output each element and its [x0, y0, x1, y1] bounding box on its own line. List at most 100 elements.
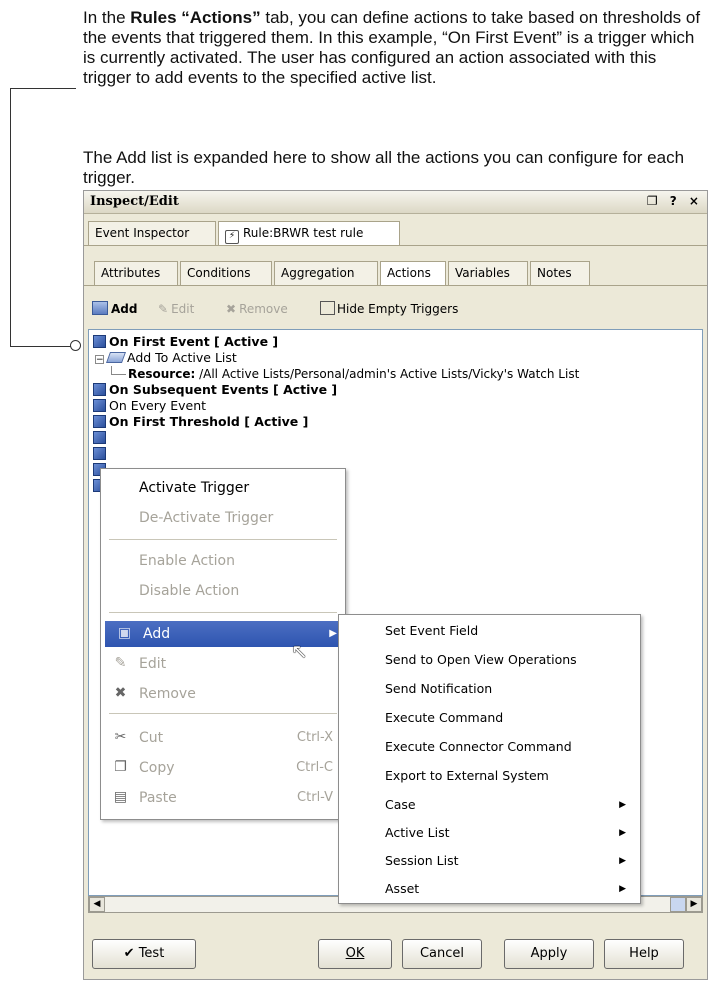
menu-item-edit[interactable]: ✎ Edit: [101, 651, 345, 677]
test-button[interactable]: ✔ Test: [92, 939, 196, 969]
edit-label: Edit: [171, 302, 195, 316]
menu-item-activate-trigger[interactable]: Activate Trigger: [101, 475, 345, 501]
tree-item-label: Add To Active List: [127, 350, 237, 365]
callout-line: [10, 88, 11, 346]
menu-item-label: Paste: [139, 790, 177, 806]
caption-text: In the: [83, 8, 131, 27]
rule-icon: ⚡: [225, 230, 239, 244]
menu-separator: [109, 713, 337, 714]
shortcut-label: Ctrl-X: [296, 730, 333, 745]
submenu-item-execute-command[interactable]: Execute Command: [339, 704, 640, 732]
pencil-icon: ✎: [158, 302, 169, 316]
scroll-left-icon[interactable]: ◀: [89, 897, 105, 912]
menu-item-enable-action[interactable]: Enable Action: [101, 548, 345, 574]
remove-icon: ✖: [114, 685, 127, 701]
add-label: Add: [111, 302, 138, 316]
tree-item-on-first-event[interactable]: On First Event [ Active ]: [93, 334, 278, 350]
pencil-icon: ✎: [114, 655, 127, 671]
add-icon: [92, 301, 108, 315]
menu-item-remove[interactable]: ✖ Remove: [101, 681, 345, 707]
scroll-thumb[interactable]: [670, 897, 686, 912]
tab-label: Aggregation: [281, 266, 355, 280]
submenu-item-asset[interactable]: Asset ▶: [339, 875, 640, 903]
hide-empty-triggers-button[interactable]: Hide Empty Triggers: [320, 300, 458, 318]
checkmark-icon: ✔: [123, 946, 139, 961]
submenu-item-label: Session List: [385, 853, 459, 868]
tab-label: Conditions: [187, 266, 251, 280]
menu-item-label: Copy: [139, 760, 175, 776]
tab-attributes[interactable]: Attributes: [94, 261, 178, 285]
submenu-item-session-list[interactable]: Session List ▶: [339, 847, 640, 875]
menu-item-copy[interactable]: ❐ Copy Ctrl-C: [101, 755, 345, 781]
submenu-item-send-to-open-view[interactable]: Send to Open View Operations: [339, 646, 640, 674]
help-label: Help: [629, 946, 659, 961]
remove-button[interactable]: ✖ Remove: [226, 300, 288, 318]
remove-icon: ✖: [226, 302, 237, 316]
tree-item-label: On First Event [ Active ]: [109, 334, 279, 349]
submenu-arrow-icon: ▶: [619, 828, 626, 838]
apply-button[interactable]: Apply: [504, 939, 594, 969]
tab-aggregation[interactable]: Aggregation: [274, 261, 378, 285]
callout-marker: [70, 340, 81, 351]
menu-item-paste[interactable]: ▤ Paste Ctrl-V: [101, 785, 345, 811]
window-title: Inspect/Edit: [90, 194, 179, 209]
shortcut-label: Ctrl-V: [297, 790, 333, 805]
tab-label: Rule:BRWR test rule: [243, 226, 364, 240]
tab-conditions[interactable]: Conditions: [180, 261, 272, 285]
tab-event-inspector[interactable]: Event Inspector: [88, 221, 216, 245]
submenu-arrow-icon: ▶: [619, 884, 626, 894]
window-controls[interactable]: ❐ ? ×: [647, 194, 703, 208]
tree-item-add-to-active-list[interactable]: − Add To Active List: [95, 350, 237, 366]
tab-rule[interactable]: ⚡ Rule:BRWR test rule: [218, 221, 400, 245]
hide-empty-label: Hide Empty Triggers: [337, 302, 459, 316]
tree-item-label: On Subsequent Events [ Active ]: [109, 382, 338, 397]
add-button[interactable]: Add: [92, 300, 137, 318]
submenu-item-active-list[interactable]: Active List ▶: [339, 819, 640, 847]
tab-label: Attributes: [101, 266, 161, 280]
tree-item-label: On Every Event: [109, 398, 207, 413]
submenu-arrow-icon: ▶: [619, 800, 626, 810]
test-label: Test: [138, 946, 165, 961]
edit-button[interactable]: ✎ Edit: [158, 300, 194, 318]
collapse-icon[interactable]: −: [95, 355, 104, 365]
menu-separator: [109, 539, 337, 540]
submenu-arrow-icon: ▶: [619, 856, 626, 866]
tab-notes[interactable]: Notes: [530, 261, 590, 285]
title-bar: Inspect/Edit ❐ ? ×: [84, 191, 707, 214]
menu-item-deactivate-trigger[interactable]: De-Activate Trigger: [101, 505, 345, 531]
tab-label: Actions: [387, 266, 431, 280]
tab-variables[interactable]: Variables: [448, 261, 528, 285]
ok-button[interactable]: OK: [318, 939, 392, 969]
tab-label: Event Inspector: [95, 226, 190, 240]
cancel-button[interactable]: Cancel: [402, 939, 482, 969]
help-button[interactable]: Help: [604, 939, 684, 969]
add-icon: ▣: [117, 625, 132, 641]
divider: [84, 285, 707, 286]
submenu-item-export-external[interactable]: Export to External System: [339, 762, 640, 790]
cancel-label: Cancel: [419, 946, 465, 961]
tree-item-on-every-event[interactable]: On Every Event: [93, 398, 206, 414]
tree-item-resource[interactable]: Resource: /All Active Lists/Personal/adm…: [111, 366, 579, 382]
submenu-item-label: Case: [385, 797, 416, 812]
tree-item-on-first-threshold[interactable]: On First Threshold [ Active ]: [93, 414, 308, 430]
tab-label: Notes: [537, 266, 572, 280]
submenu-item-set-event-field[interactable]: Set Event Field: [339, 617, 640, 645]
trigger-icon: [93, 415, 106, 428]
submenu-item-send-notification[interactable]: Send Notification: [339, 675, 640, 703]
scroll-right-icon[interactable]: ▶: [686, 897, 702, 912]
tree-item-hidden[interactable]: [93, 446, 109, 462]
submenu-item-execute-connector-command[interactable]: Execute Connector Command: [339, 733, 640, 761]
tree-item-hidden[interactable]: [93, 430, 109, 446]
ok-label: OK: [345, 946, 365, 961]
menu-item-label: Edit: [139, 656, 167, 672]
trigger-icon: [93, 335, 106, 348]
tab-actions[interactable]: Actions: [380, 261, 446, 285]
submenu-item-case[interactable]: Case ▶: [339, 791, 640, 819]
caption-bold: Rules “Actions”: [130, 8, 261, 27]
caption-paragraph-2: The Add list is expanded here to show al…: [83, 148, 685, 187]
tree-item-on-subsequent-events[interactable]: On Subsequent Events [ Active ]: [93, 382, 337, 398]
menu-item-cut[interactable]: ✂ Cut Ctrl-X: [101, 725, 345, 751]
copy-icon: ❐: [114, 759, 127, 775]
menu-item-disable-action[interactable]: Disable Action: [101, 578, 345, 604]
apply-label: Apply: [530, 946, 568, 961]
